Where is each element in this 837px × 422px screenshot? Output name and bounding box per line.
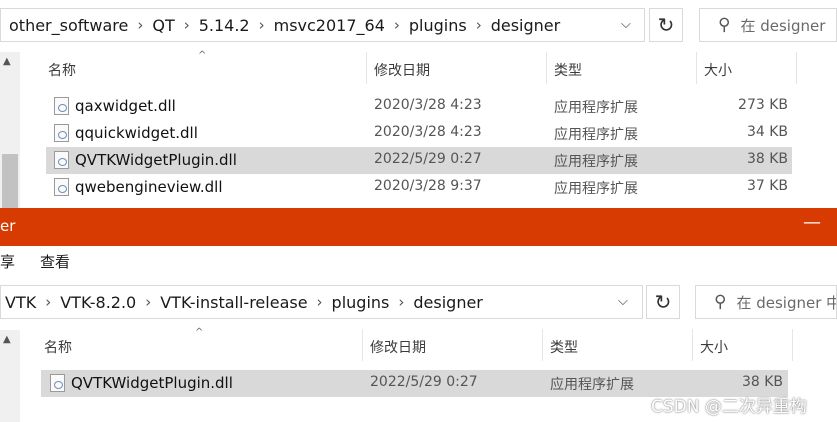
chevron-right-icon: ›	[475, 16, 482, 34]
menu-view[interactable]: 查看	[40, 251, 70, 272]
column-header-type[interactable]: 类型	[554, 60, 582, 80]
scrollbar-thumb[interactable]	[2, 154, 18, 208]
column-header-type[interactable]: 类型	[550, 337, 578, 357]
file-name: qaxwidget.dll	[75, 97, 176, 115]
file-size: 37 KB	[746, 178, 788, 194]
breadcrumb-item[interactable]: 5.14.2	[195, 16, 254, 35]
file-type: 应用程序扩展	[554, 181, 638, 197]
column-header-name[interactable]: 名称	[48, 60, 76, 80]
watermark: CSDN @二次异重构	[651, 397, 807, 417]
breadcrumb-item[interactable]: designer	[487, 16, 565, 35]
explorer-window-vtk: er — 享 查看 VTK › VTK-8.2.0 › VTK-install-…	[0, 208, 837, 422]
file-name: QVTKWidgetPlugin.dll	[71, 374, 233, 392]
column-divider[interactable]	[542, 329, 543, 361]
breadcrumb-item[interactable]: VTK-install-release	[156, 293, 311, 312]
file-modified: 2022/5/29 0:27	[370, 374, 478, 390]
file-size: 273 KB	[738, 97, 788, 113]
column-header-modified[interactable]: 修改日期	[370, 337, 426, 357]
chevron-right-icon: ›	[258, 16, 265, 34]
breadcrumb-item[interactable]: VTK	[1, 293, 40, 312]
vertical-scrollbar[interactable]: ▲	[0, 52, 20, 208]
sort-asc-icon: ^	[195, 327, 204, 338]
file-size: 38 KB	[741, 374, 783, 390]
chevron-right-icon: ›	[393, 16, 400, 34]
column-divider[interactable]	[366, 52, 367, 84]
address-bar[interactable]: VTK › VTK-8.2.0 › VTK-install-release › …	[0, 285, 643, 319]
file-size: 38 KB	[746, 151, 788, 167]
file-modified: 2020/3/28 4:23	[374, 97, 482, 113]
title-bar[interactable]: er —	[0, 208, 837, 246]
chevron-right-icon: ›	[145, 293, 152, 311]
file-modified: 2022/5/29 0:27	[374, 151, 482, 167]
file-size: 34 KB	[746, 124, 788, 140]
column-header-name[interactable]: 名称	[44, 337, 72, 357]
sort-asc-icon: ^	[198, 50, 207, 61]
file-name: QVTKWidgetPlugin.dll	[75, 151, 237, 169]
explorer-window-qt: other_software › QT › 5.14.2 › msvc2017_…	[0, 0, 837, 208]
file-name: qquickwidget.dll	[75, 124, 198, 142]
file-modified: 2020/3/28 9:37	[374, 178, 482, 194]
breadcrumb-item[interactable]: plugins	[328, 293, 394, 312]
chevron-down-icon[interactable]: ⌵	[618, 294, 628, 309]
column-divider[interactable]	[362, 329, 363, 361]
breadcrumb-item[interactable]: msvc2017_64	[270, 16, 389, 35]
vertical-scrollbar[interactable]: ▲	[0, 330, 20, 422]
dll-file-icon	[54, 124, 69, 142]
file-type: 应用程序扩展	[550, 377, 634, 393]
search-icon: ⚲	[718, 15, 731, 35]
search-input[interactable]: ⚲ 在 designer 中	[695, 285, 837, 319]
file-row[interactable]: qquickwidget.dll 2020/3/28 4:23 应用程序扩展 3…	[46, 120, 792, 147]
refresh-button[interactable]: ↻	[649, 8, 683, 42]
dll-file-icon	[54, 151, 69, 169]
file-type: 应用程序扩展	[554, 127, 638, 143]
scroll-up-icon[interactable]: ▲	[3, 334, 11, 345]
file-modified: 2020/3/28 4:23	[374, 124, 482, 140]
column-header-size[interactable]: 大小	[704, 60, 732, 80]
file-row[interactable]: qaxwidget.dll 2020/3/28 4:23 应用程序扩展 273 …	[46, 93, 792, 120]
file-row[interactable]: qwebengineview.dll 2020/3/28 9:37 应用程序扩展…	[46, 174, 792, 201]
column-divider[interactable]	[692, 329, 693, 361]
file-type: 应用程序扩展	[554, 100, 638, 116]
file-type: 应用程序扩展	[554, 154, 638, 170]
refresh-icon: ↻	[657, 13, 675, 37]
column-divider[interactable]	[792, 329, 793, 361]
refresh-icon: ↻	[654, 290, 672, 314]
dll-file-icon	[54, 97, 69, 115]
breadcrumb-item[interactable]: QT	[148, 16, 178, 35]
window-title: er	[0, 217, 16, 235]
chevron-down-icon[interactable]: ⌵	[621, 17, 631, 32]
search-placeholder: 在 designer	[740, 16, 826, 35]
search-input[interactable]: ⚲ 在 designer	[699, 8, 837, 42]
column-divider[interactable]	[796, 52, 797, 84]
menu-share[interactable]: 享	[0, 251, 15, 272]
search-icon: ⚲	[714, 292, 727, 312]
column-header-size[interactable]: 大小	[700, 337, 728, 357]
search-placeholder: 在 designer 中	[736, 293, 837, 312]
chevron-right-icon: ›	[137, 16, 144, 34]
file-name: qwebengineview.dll	[75, 178, 223, 196]
column-divider[interactable]	[546, 52, 547, 84]
dll-file-icon	[50, 374, 65, 392]
chevron-right-icon: ›	[45, 293, 52, 311]
chevron-right-icon: ›	[398, 293, 405, 311]
file-row-selected[interactable]: QVTKWidgetPlugin.dll 2022/5/29 0:27 应用程序…	[46, 147, 792, 174]
breadcrumb-item[interactable]: designer	[409, 293, 487, 312]
chevron-right-icon: ›	[316, 293, 323, 311]
column-divider[interactable]	[696, 52, 697, 84]
dll-file-icon	[54, 178, 69, 196]
scroll-up-icon[interactable]: ▲	[3, 56, 11, 67]
breadcrumb-item[interactable]: other_software	[1, 16, 132, 35]
refresh-button[interactable]: ↻	[646, 285, 680, 319]
address-bar[interactable]: other_software › QT › 5.14.2 › msvc2017_…	[0, 8, 645, 42]
breadcrumb-item[interactable]: VTK-8.2.0	[56, 293, 140, 312]
column-header-modified[interactable]: 修改日期	[374, 60, 430, 80]
minimize-icon[interactable]: —	[803, 212, 821, 233]
chevron-right-icon: ›	[183, 16, 190, 34]
breadcrumb-item[interactable]: plugins	[405, 16, 471, 35]
